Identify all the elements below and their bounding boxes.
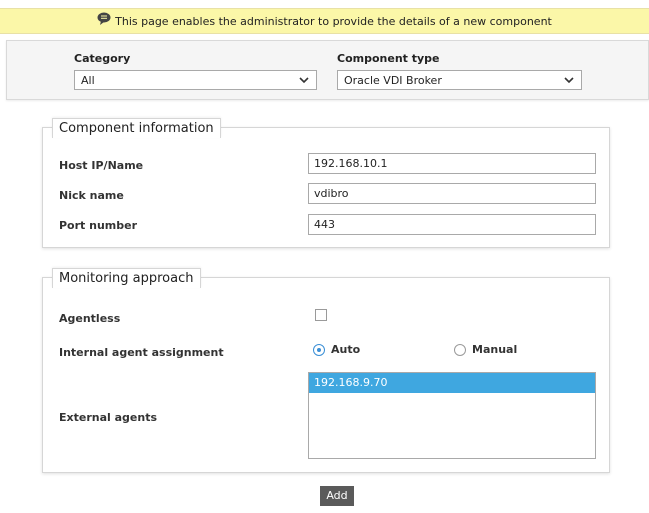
component-information-legend: Component information — [52, 118, 221, 138]
host-label: Host IP/Name — [59, 159, 144, 172]
category-value: All — [81, 74, 95, 87]
component-type-label: Component type — [337, 52, 440, 65]
auto-radio[interactable] — [313, 344, 325, 356]
host-input[interactable]: 192.168.10.1 — [308, 153, 596, 174]
monitoring-approach-legend: Monitoring approach — [52, 268, 201, 288]
info-banner: This page enables the administrator to p… — [0, 8, 649, 34]
monitoring-approach-section: Monitoring approach Agentless Internal a… — [42, 268, 610, 473]
category-label: Category — [74, 52, 131, 65]
component-type-select[interactable]: Oracle VDI Broker — [337, 70, 582, 90]
port-number-label: Port number — [59, 219, 138, 232]
list-item[interactable]: 192.168.9.70 — [309, 373, 595, 393]
agentless-label: Agentless — [59, 312, 121, 325]
internal-agent-assignment-label: Internal agent assignment — [59, 346, 224, 359]
banner-message: This page enables the administrator to p… — [115, 14, 552, 28]
auto-label[interactable]: Auto — [331, 343, 360, 356]
external-agents-label: External agents — [59, 411, 158, 424]
component-information-section: Component information Host IP/Name 192.1… — [42, 118, 610, 248]
component-type-value: Oracle VDI Broker — [344, 74, 442, 87]
external-agents-listbox[interactable]: 192.168.9.70 — [308, 372, 596, 459]
add-button[interactable]: Add — [320, 486, 354, 506]
nick-name-input[interactable]: vdibro — [308, 183, 596, 204]
manual-label[interactable]: Manual — [472, 343, 517, 356]
chevron-down-icon — [299, 75, 309, 85]
port-number-input[interactable]: 443 — [308, 214, 596, 235]
nick-name-label: Nick name — [59, 189, 124, 202]
speech-bubble-icon — [97, 12, 111, 25]
manual-radio[interactable] — [454, 344, 466, 356]
category-select[interactable]: All — [74, 70, 317, 90]
filter-panel: Category All Component type Oracle VDI B… — [6, 40, 649, 100]
chevron-down-icon — [564, 75, 574, 85]
agentless-checkbox[interactable] — [315, 309, 327, 321]
